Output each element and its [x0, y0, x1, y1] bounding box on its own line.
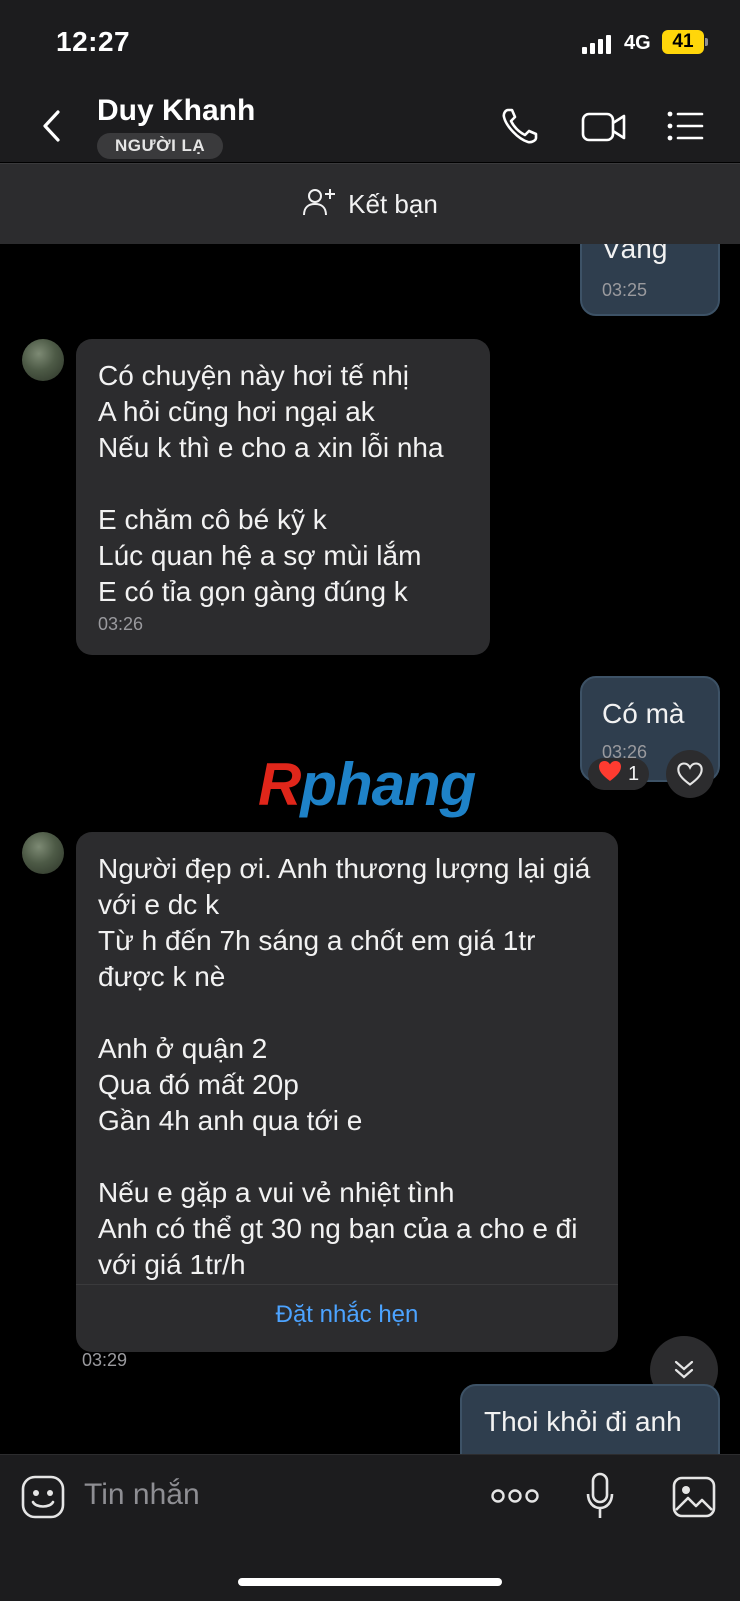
signal-icon	[582, 34, 611, 54]
message-bubble-in[interactable]: Có chuyện này hơi tế nhị A hỏi cũng hơi …	[76, 339, 490, 655]
chat-area[interactable]: Vâng 03:25 Có chuyện này hơi tế nhị A hỏ…	[0, 244, 740, 1454]
message-text: Vâng	[602, 244, 668, 264]
menu-icon[interactable]	[664, 104, 708, 148]
reaction-count: 1	[628, 762, 640, 785]
message-text: Có chuyện này hơi tế nhị A hỏi cũng hơi …	[98, 360, 444, 607]
more-icon[interactable]	[490, 1484, 540, 1508]
message-input[interactable]: Tin nhắn	[84, 1478, 200, 1512]
heart-reaction-icon	[598, 760, 622, 788]
message-bubble-out[interactable]: Vâng 03:25	[580, 244, 720, 316]
message-time: 03:29	[82, 1350, 128, 1370]
add-friend-bar[interactable]: Kết bạn	[0, 163, 740, 245]
avatar[interactable]	[22, 832, 64, 874]
sticker-icon[interactable]	[20, 1474, 66, 1520]
avatar[interactable]	[22, 339, 64, 381]
set-reminder-button[interactable]: Đặt nhắc hẹn	[76, 1301, 618, 1329]
phone-icon[interactable]	[498, 104, 542, 148]
back-icon[interactable]	[38, 108, 68, 144]
add-friend-label: Kết bạn	[348, 188, 438, 219]
reaction-badge[interactable]: 1	[588, 758, 650, 790]
message-text: Có mà	[602, 698, 685, 729]
battery-icon: 41	[662, 30, 704, 54]
add-user-icon	[302, 187, 336, 222]
home-indicator	[238, 1578, 502, 1586]
react-heart-button[interactable]	[666, 750, 714, 798]
video-call-icon[interactable]	[580, 104, 628, 148]
status-time: 12:27	[56, 26, 131, 57]
message-bubble-in[interactable]: Người đẹp ơi. Anh thương lượng lại giá v…	[76, 832, 618, 1352]
message-text: Người đẹp ơi. Anh thương lượng lại giá v…	[98, 853, 591, 1280]
message-text: Thoi khỏi đi anh	[484, 1406, 682, 1437]
stranger-badge: NGƯỜI LẠ	[97, 133, 224, 159]
divider	[76, 1284, 618, 1285]
network-type: 4G	[624, 32, 651, 54]
chevron-double-down-icon	[674, 1360, 694, 1379]
watermark-logo: Rphang	[258, 751, 476, 818]
contact-name[interactable]: Duy Khanh	[97, 94, 255, 128]
message-bubble-out[interactable]: Thoi khỏi đi anh	[460, 1384, 720, 1454]
image-icon[interactable]	[672, 1476, 716, 1518]
message-time: 03:25	[602, 280, 648, 300]
heart-outline-icon	[677, 762, 703, 786]
battery-tip	[705, 38, 708, 46]
microphone-icon[interactable]	[586, 1472, 614, 1522]
message-time: 03:26	[98, 614, 144, 634]
